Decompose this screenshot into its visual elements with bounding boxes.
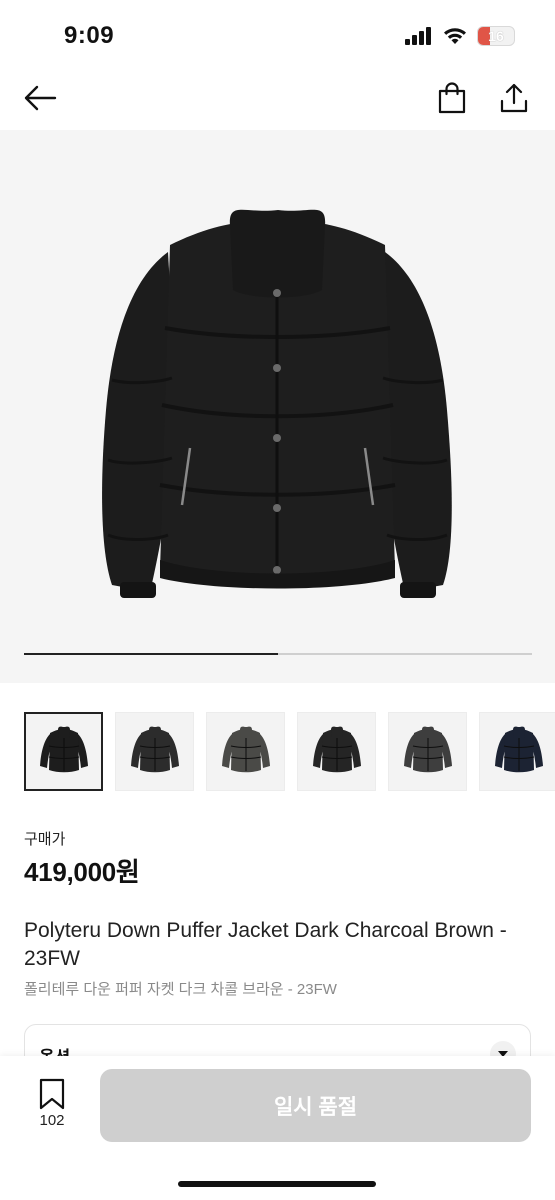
bottom-action-bar: 102 일시 품절 [0,1056,555,1200]
status-time: 9:09 [64,22,115,49]
share-button[interactable] [496,80,532,116]
back-button[interactable] [22,80,58,116]
status-bar: 9:09 16 [0,0,555,66]
wifi-icon [444,28,466,44]
jacket-thumbnail-image [39,726,88,772]
shopping-bag-button[interactable] [434,80,470,116]
back-arrow-icon [24,85,57,111]
thumbnail-4[interactable] [297,712,376,791]
jacket-thumbnail-image [221,726,270,772]
jacket-thumbnail-image [312,726,361,772]
product-title: Polyteru Down Puffer Jacket Dark Charcoa… [24,919,507,970]
thumbnail-2[interactable] [115,712,194,791]
product-image-gallery[interactable] [0,130,555,683]
share-icon [500,83,528,113]
wishlist-count: 102 [39,1112,65,1129]
battery-level: 16 [488,28,504,44]
thumbnail-1[interactable] [24,712,103,791]
battery-icon: 16 [477,26,515,46]
jacket-thumbnail-image [130,726,179,772]
jacket-thumbnail-image [494,726,543,772]
bookmark-icon [39,1078,65,1110]
home-indicator [178,1181,376,1187]
thumbnail-5[interactable] [388,712,467,791]
status-icons: 16 [405,26,515,46]
jacket-image [102,209,452,598]
signal-icon [405,27,431,45]
product-subtitle: 폴리테루 다운 퍼퍼 자켓 다크 차콜 브라운 - 23FW [24,981,337,998]
gallery-progress-fill [24,653,278,655]
wishlist-button[interactable]: 102 [24,1078,80,1129]
sold-out-button[interactable]: 일시 품절 [100,1069,531,1142]
thumbnail-6[interactable] [479,712,555,791]
top-nav [0,66,555,130]
jacket-thumbnail-image [403,726,452,772]
shopping-bag-icon [438,82,466,114]
price-value: 419,000원 [24,857,140,887]
price-label: 구매가 [24,831,66,848]
thumbnail-strip [24,712,555,791]
gallery-progress-bar [24,653,532,655]
thumbnail-3[interactable] [206,712,285,791]
